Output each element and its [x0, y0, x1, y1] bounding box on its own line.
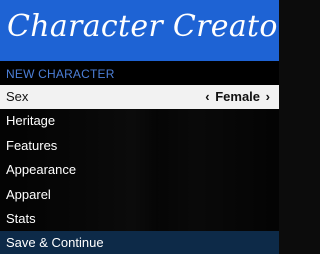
chevron-left-icon[interactable]: ‹: [203, 89, 211, 104]
subtitle-bar: NEW CHARACTER: [0, 61, 279, 85]
menu-item-label: Sex: [6, 89, 29, 104]
chevron-right-icon[interactable]: ›: [264, 89, 272, 104]
menu-list: Sex ‹ Female › Heritage Features Appeara…: [0, 85, 279, 254]
menu-item-sex[interactable]: Sex ‹ Female ›: [0, 85, 279, 110]
page-title: Character Creator: [7, 9, 279, 44]
character-creator-screen: Character Creator NEW CHARACTER Sex ‹ Fe…: [0, 0, 279, 254]
menu-item-features[interactable]: Features: [0, 133, 279, 159]
menu-item-apparel[interactable]: Apparel: [0, 182, 279, 207]
menu-item-appearance[interactable]: Appearance: [0, 158, 279, 183]
menu-item-save-continue[interactable]: Save & Continue: [0, 231, 279, 254]
sex-selector[interactable]: ‹ Female ›: [203, 85, 272, 109]
subtitle-label: NEW CHARACTER: [6, 67, 115, 81]
menu-item-stats[interactable]: Stats: [0, 206, 279, 232]
menu-item-heritage[interactable]: Heritage: [0, 109, 279, 134]
sex-value: Female: [215, 89, 261, 104]
header-banner: Character Creator: [0, 0, 279, 61]
